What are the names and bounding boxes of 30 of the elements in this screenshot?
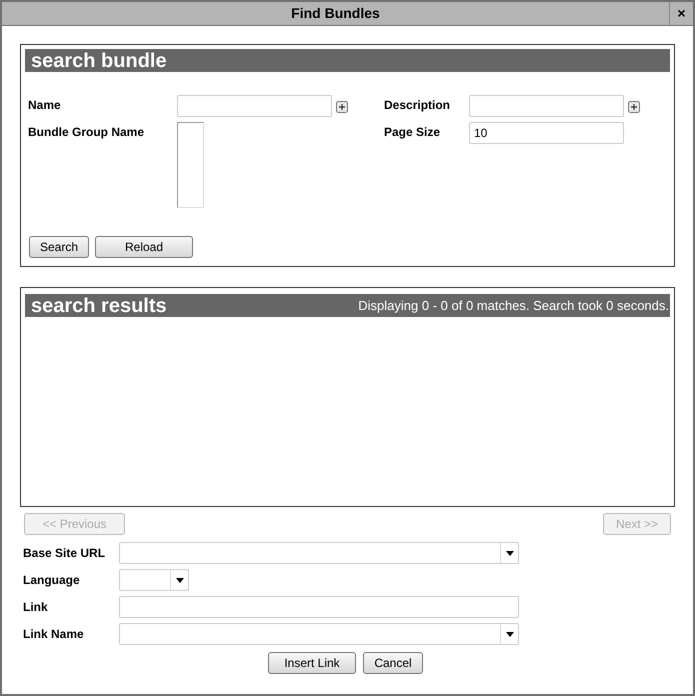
expand-icon[interactable] (336, 101, 348, 113)
text-field[interactable] (177, 95, 332, 117)
text-field[interactable]: 10 (469, 122, 624, 144)
button[interactable]: Search (29, 236, 89, 258)
dropdown-arrow-icon (506, 550, 514, 556)
field-label: Bundle Group Name (27, 124, 146, 141)
combo-box[interactable] (119, 542, 519, 564)
button[interactable]: Insert Link (268, 652, 356, 674)
panel-title: search bundle (31, 48, 167, 74)
window-title: Find Bundles (290, 4, 381, 23)
field-label: Language (22, 572, 81, 589)
close-button[interactable]: × (669, 2, 693, 25)
dropdown-arrow-icon (506, 632, 514, 636)
expand-icon[interactable] (628, 101, 640, 113)
panel-title: search results (31, 294, 167, 318)
field-label: Name (27, 97, 62, 114)
results-summary: Displaying 0 - 0 of 0 matches. Search took 0 seconds. (358, 296, 669, 315)
field-label: Link (22, 599, 49, 616)
dropdown-arrow-icon (176, 578, 184, 582)
combo-box[interactable] (119, 623, 519, 645)
field-label: Base Site URL (22, 545, 106, 562)
list-box[interactable] (177, 122, 204, 208)
text-field[interactable] (119, 596, 519, 618)
field-label: Page Size (384, 124, 442, 141)
combo-box[interactable] (119, 569, 189, 591)
field-label: Link Name (22, 626, 85, 643)
button[interactable]: Reload (95, 236, 193, 258)
text-field[interactable] (469, 95, 624, 117)
field-label: Description (384, 97, 452, 114)
button[interactable]: Cancel (363, 652, 423, 674)
